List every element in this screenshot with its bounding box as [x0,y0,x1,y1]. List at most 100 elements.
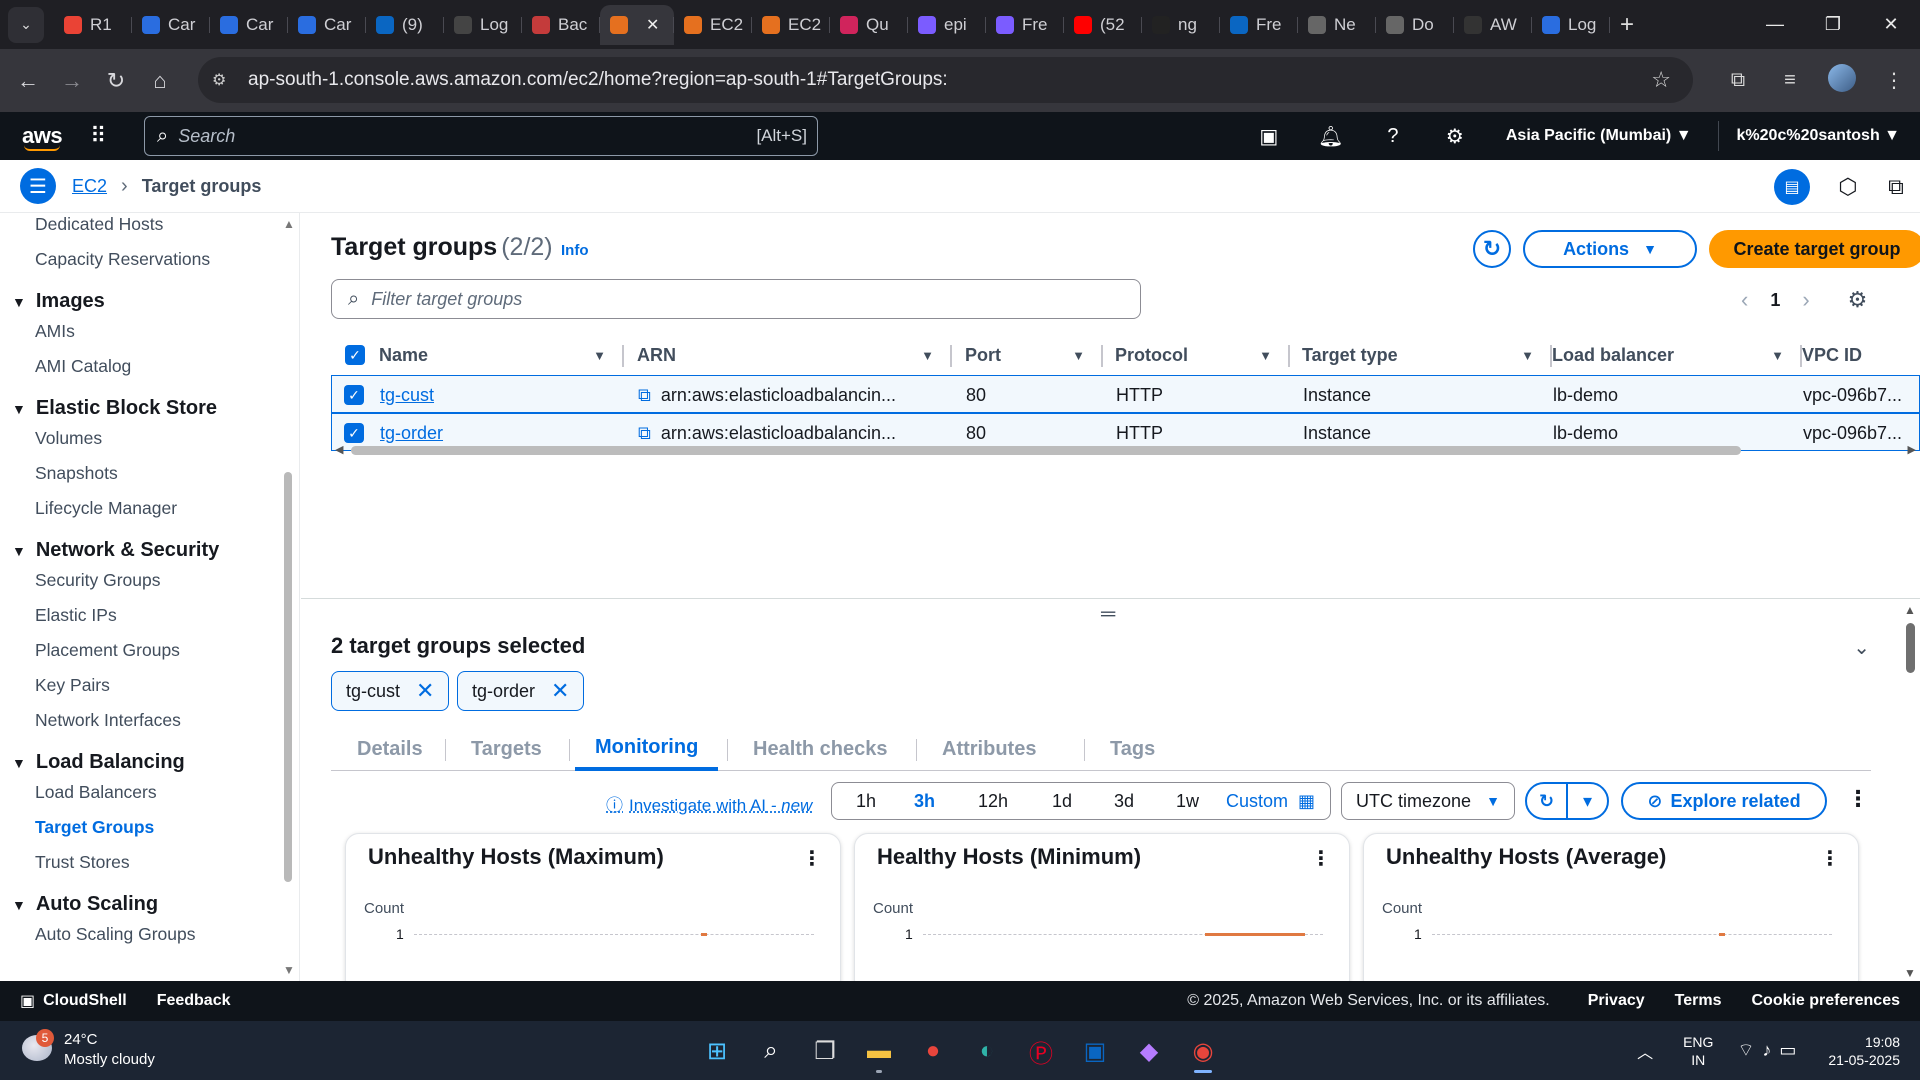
browser-menu-icon[interactable]: ⋮ [1868,68,1920,93]
custom-range-option[interactable]: Custom ▦ [1226,783,1315,819]
column-header[interactable]: Load balancer ▼ [1552,335,1802,375]
investigate-ai-link[interactable]: ⓘ Investigate with AI - new [606,791,812,816]
sidebar-section[interactable]: ▼ Network & Security [12,539,219,562]
sidebar-section[interactable]: ▼ Images [12,290,105,313]
column-header[interactable]: VPC ID [1802,335,1920,375]
column-header[interactable]: ARN ▼ [637,335,952,375]
bookmark-star-icon[interactable]: ☆ [1651,67,1671,93]
address-bar[interactable]: ⚙ ap-south-1.console.aws.amazon.com/ec2/… [198,57,1693,103]
tab-tags[interactable]: Tags [1110,727,1155,771]
new-tab-button[interactable]: + [1620,11,1634,39]
sort-caret-icon[interactable]: ▼ [1771,348,1784,363]
close-window-button[interactable]: ✕ [1862,0,1920,49]
edge-icon[interactable]: ◐ [960,1029,1014,1073]
close-tab-icon[interactable]: ✕ [646,15,659,35]
target-group-link[interactable]: tg-order [380,423,443,444]
next-page-icon[interactable]: › [1802,287,1809,313]
browser-tab[interactable]: Bac [522,5,600,45]
scroll-up-arrow[interactable]: ▲ [1904,603,1916,617]
scroll-left-arrow[interactable]: ◀ [335,443,343,456]
pinterest-icon[interactable]: Ⓟ [1014,1029,1068,1073]
search-icon[interactable]: ⌕ [744,1029,798,1073]
browser-tab[interactable]: epi [908,5,986,45]
target-group-link[interactable]: tg-cust [380,385,434,406]
weather-widget[interactable]: 5 24°C Mostly cloudy [18,1027,218,1073]
sort-caret-icon[interactable]: ▼ [1521,348,1534,363]
split-panel-icon[interactable]: ▤ [1774,168,1810,205]
help-icon[interactable]: ? [1362,125,1424,148]
refresh-metrics-button[interactable]: ↻ [1527,784,1568,818]
browser-tab[interactable]: Qu [830,5,908,45]
tab-targets[interactable]: Targets [471,727,542,771]
cookie-preferences-link[interactable]: Cookie preferences [1751,992,1900,1010]
column-divider[interactable] [950,345,952,367]
browser-tab[interactable]: ✕ [600,4,674,45]
browser-tab[interactable]: EC2 [674,5,752,45]
time-range-option[interactable]: 12h [978,783,1008,819]
actions-dropdown[interactable]: Actions ▼ [1523,230,1697,268]
sidebar-section[interactable]: ▼ Load Balancing [12,751,185,774]
side-nav-toggle[interactable]: ☰ [20,168,56,204]
scroll-down-arrow[interactable]: ▼ [1904,966,1916,980]
browser-tab[interactable]: Fre [1220,5,1298,45]
chrome-icon[interactable]: ● [906,1029,960,1073]
time-range-option[interactable]: 1w [1176,783,1199,819]
browser-tab[interactable]: R1 [54,5,132,45]
sidebar-item[interactable]: Key Pairs [35,675,110,696]
column-header[interactable]: Protocol ▼ [1115,335,1290,375]
column-header[interactable]: Port ▼ [965,335,1103,375]
more-options-icon[interactable]: ⋮ [1820,846,1840,871]
more-options-icon[interactable]: ⋮ [802,846,822,871]
more-options-icon[interactable]: ⋮ [1311,846,1331,871]
remove-token-icon[interactable]: ✕ [551,678,569,704]
scroll-up-arrow[interactable]: ▲ [283,217,295,231]
resize-handle[interactable]: ═ [1101,603,1115,626]
sidebar-item[interactable]: Load Balancers [35,782,157,803]
copy-icon[interactable]: ⧉ [638,423,651,444]
gear-icon[interactable]: ⚙ [1424,124,1486,149]
scroll-down-arrow[interactable]: ▼ [283,963,295,977]
scroll-thumb[interactable] [284,472,292,882]
copy-icon[interactable]: ⧉ [638,385,651,406]
linkedin-icon[interactable]: ▣ [1068,1029,1122,1073]
browser-tab[interactable]: ng [1142,5,1220,45]
info-link[interactable]: Info [561,242,589,259]
language-indicator[interactable]: ENG IN [1683,1033,1713,1069]
table-settings-icon[interactable]: ⚙ [1848,287,1868,313]
row-checkbox[interactable]: ✓ [344,423,364,443]
cloudshell-link[interactable]: ▣ CloudShell [20,991,127,1011]
sidebar-item[interactable]: Volumes [35,428,102,449]
sort-caret-icon[interactable]: ▼ [593,348,606,363]
clock[interactable]: 19:08 21-05-2025 [1828,1033,1900,1069]
sidebar-item[interactable]: Dedicated Hosts [35,214,163,235]
refresh-interval-dropdown[interactable]: ▾ [1568,784,1607,818]
table-horizontal-scrollbar[interactable]: ◀ ▶ [331,443,1920,457]
remove-token-icon[interactable]: ✕ [416,678,434,704]
tab-monitoring[interactable]: Monitoring [575,727,719,771]
browser-tab[interactable]: Ne [1298,5,1376,45]
browser-tab[interactable]: Car [210,5,288,45]
prev-page-icon[interactable]: ‹ [1741,287,1748,313]
browser-tab[interactable]: Log [1532,5,1610,45]
sidebar-item[interactable]: Capacity Reservations [35,249,210,270]
sidebar-scrollbar[interactable]: ▲ ▼ [283,217,295,977]
services-grid-icon[interactable]: ⠿ [90,123,106,149]
site-info-icon[interactable]: ⚙ [212,70,240,90]
row-checkbox[interactable]: ✓ [344,385,364,405]
windows-start-icon[interactable]: ⊞ [690,1029,744,1073]
sort-caret-icon[interactable]: ▼ [921,348,934,363]
sidebar-section[interactable]: ▼ Elastic Block Store [12,397,217,420]
cloudshell-icon[interactable]: ▣ [1238,124,1300,149]
sidebar-item[interactable]: Target Groups [35,817,154,838]
sort-caret-icon[interactable]: ▼ [1259,348,1272,363]
sidebar-item[interactable]: Elastic IPs [35,605,117,626]
current-page[interactable]: 1 [1770,290,1780,311]
notifications-panel-icon[interactable]: ⬡ [1824,174,1872,200]
task-view-icon[interactable]: ❐ [798,1029,852,1073]
select-all-checkbox[interactable]: ✓ [345,345,365,365]
create-target-group-button[interactable]: Create target group [1709,230,1920,268]
explore-related-button[interactable]: ⊘ Explore related [1621,782,1827,820]
sidebar-item[interactable]: Trust Stores [35,852,130,873]
column-header[interactable]: Target type ▼ [1302,335,1552,375]
time-range-option[interactable]: 1h [856,783,876,819]
